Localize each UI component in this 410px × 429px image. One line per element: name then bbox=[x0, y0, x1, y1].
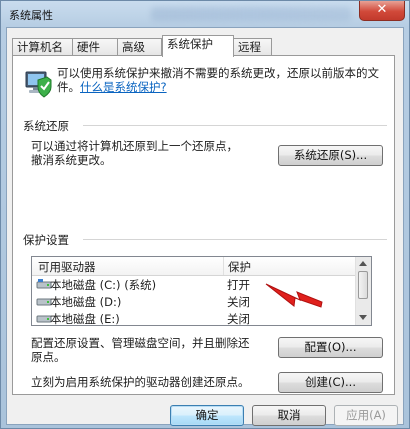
create-button[interactable]: 创建(C)... bbox=[278, 372, 383, 393]
tab-system-protection[interactable]: 系统保护 bbox=[162, 35, 234, 57]
close-icon: ✕ bbox=[376, 2, 388, 17]
create-description: 立刻为启用系统保护的驱动器创建还原点。 bbox=[31, 375, 250, 389]
protection-settings-title: 保护设置 bbox=[23, 233, 69, 247]
configure-button[interactable]: 配置(O)... bbox=[278, 337, 383, 358]
title-bar[interactable]: 系统属性 ✕ bbox=[1, 1, 409, 27]
intro-description: 可以使用系统保护来撤消不需要的系统更改，还原以前版本的文件。什么是系统保护? bbox=[57, 66, 387, 94]
what-is-system-protection-link[interactable]: 什么是系统保护? bbox=[80, 80, 167, 94]
tab-label: 远程 bbox=[238, 40, 261, 54]
configure-line-2: 原点。 bbox=[31, 350, 66, 364]
apply-button[interactable]: 应用(A) bbox=[334, 405, 398, 426]
drive-list-scrollbar[interactable] bbox=[355, 257, 371, 325]
window-title: 系统属性 bbox=[9, 9, 53, 22]
scroll-thumb[interactable] bbox=[358, 271, 368, 299]
ok-button[interactable]: 确定 bbox=[170, 405, 244, 426]
tab-label: 系统保护 bbox=[167, 37, 213, 51]
system-restore-description: 可以通过将计算机还原到上一个还原点， 撤消系统更改。 bbox=[31, 139, 238, 167]
system-protection-panel: 可以使用系统保护来撤消不需要的系统更改，还原以前版本的文件。什么是系统保护? 系… bbox=[12, 55, 395, 395]
section-divider bbox=[83, 239, 387, 240]
tab-remote[interactable]: 远程 bbox=[233, 38, 272, 55]
blurred-background bbox=[151, 7, 351, 21]
system-properties-window: 系统属性 ✕ 计算机名 硬件 高级 系统保护 远程 可以使用系统保护来撤消不需要… bbox=[0, 0, 410, 429]
drive-name: 本地磁盘 (D:) bbox=[50, 295, 122, 309]
tab-label: 高级 bbox=[122, 40, 145, 54]
restore-line-1: 可以通过将计算机还原到上一个还原点， bbox=[31, 139, 238, 153]
tab-computer-name[interactable]: 计算机名 bbox=[12, 38, 73, 55]
computer-shield-icon bbox=[25, 71, 52, 98]
tab-label: 硬件 bbox=[77, 40, 100, 54]
dialog-client: 计算机名 硬件 高级 系统保护 远程 可以使用系统保护来撤消不需要的系统更改，还… bbox=[6, 27, 404, 426]
column-drive[interactable]: 可用驱动器 bbox=[38, 259, 96, 275]
list-header: 可用驱动器 保护 bbox=[32, 257, 357, 276]
scroll-up-icon[interactable] bbox=[359, 261, 367, 266]
drive-row-e[interactable]: 本地磁盘 (E:) 关闭 bbox=[32, 310, 357, 326]
system-restore-title: 系统还原 bbox=[23, 119, 69, 133]
tab-label: 计算机名 bbox=[17, 40, 63, 54]
drive-name: 本地磁盘 (E:) bbox=[50, 312, 120, 326]
drive-protection-state: 关闭 bbox=[227, 295, 250, 309]
configure-description: 配置还原设置、管理磁盘空间，并且删除还 原点。 bbox=[31, 336, 250, 364]
red-arrow-pointer-icon bbox=[265, 283, 323, 308]
configure-line-1: 配置还原设置、管理磁盘空间，并且删除还 bbox=[31, 336, 250, 350]
drive-protection-state: 关闭 bbox=[227, 312, 250, 326]
drive-name: 本地磁盘 (C:) (系统) bbox=[50, 278, 157, 292]
column-separator[interactable] bbox=[223, 257, 224, 275]
column-protection[interactable]: 保护 bbox=[228, 259, 251, 275]
drive-protection-state: 打开 bbox=[227, 278, 250, 292]
cancel-button[interactable]: 取消 bbox=[252, 405, 326, 426]
close-button[interactable]: ✕ bbox=[359, 1, 405, 21]
section-divider bbox=[83, 125, 387, 126]
tab-advanced[interactable]: 高级 bbox=[117, 38, 162, 55]
scroll-down-icon[interactable] bbox=[359, 315, 367, 320]
tab-hardware[interactable]: 硬件 bbox=[72, 38, 118, 55]
restore-line-2: 撤消系统更改。 bbox=[31, 153, 112, 167]
system-restore-button[interactable]: 系统还原(S)... bbox=[278, 145, 383, 166]
